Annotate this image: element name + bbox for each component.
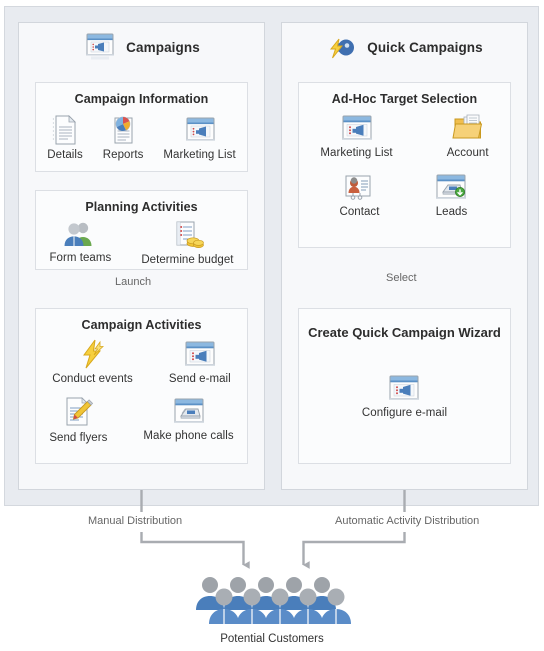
document-icon <box>50 114 80 146</box>
marketing-list-icon <box>339 112 375 144</box>
group-campaign-information: Campaign Information Details Reports Mar… <box>35 82 248 172</box>
connector-label-select: Select <box>386 272 417 284</box>
connector-label-automatic-activity-distribution: Automatic Activity Distribution <box>335 515 480 527</box>
leads-phone-icon <box>433 171 469 203</box>
group-campaign-information-title: Campaign Information <box>74 92 209 106</box>
item-contact[interactable]: Contact <box>340 171 380 218</box>
item-determine-budget-label: Determine budget <box>141 254 234 266</box>
item-marketing-list[interactable]: Marketing List <box>163 114 236 161</box>
item-adhoc-marketing-list-label: Marketing List <box>320 147 393 159</box>
group-campaign-activities-title: Campaign Activities <box>81 318 202 332</box>
item-make-phone-calls[interactable]: Make phone calls <box>143 395 234 444</box>
email-window-icon <box>386 372 422 404</box>
item-conduct-events-label: Conduct events <box>52 373 133 385</box>
item-account-label: Account <box>446 147 489 159</box>
two-people-icon <box>61 219 99 249</box>
item-adhoc-marketing-list[interactable]: Marketing List <box>320 112 393 159</box>
group-campaign-activities: Campaign Activities Conduct events Send … <box>35 308 248 464</box>
panel-campaigns-header: Campaigns <box>19 23 264 71</box>
group-ad-hoc-target-selection-title: Ad-Hoc Target Selection <box>331 92 478 106</box>
panel-campaigns-title: Campaigns <box>126 39 200 55</box>
item-reports-label: Reports <box>102 149 144 161</box>
folder-icon <box>450 112 486 144</box>
item-details-label: Details <box>47 149 83 161</box>
panel-quick-campaigns-header: Quick Campaigns <box>282 23 527 71</box>
item-marketing-list-label: Marketing List <box>163 149 236 161</box>
item-form-teams[interactable]: Form teams <box>49 219 111 266</box>
diagram-canvas: Campaigns Campaign Information Details R… <box>0 0 544 651</box>
item-conduct-events[interactable]: Conduct events <box>52 338 133 385</box>
item-send-flyers-label: Send flyers <box>49 432 108 444</box>
contact-card-icon <box>341 171 377 203</box>
checklist-coins-icon <box>169 219 205 251</box>
email-window-icon <box>182 338 218 370</box>
quick-campaign-bolt-megaphone-icon <box>326 33 358 61</box>
group-create-quick-campaign-wizard: Create Quick Campaign Wizard Configure e… <box>298 308 511 464</box>
item-send-email[interactable]: Send e-mail <box>169 338 231 385</box>
item-determine-budget[interactable]: Determine budget <box>141 219 233 266</box>
item-contact-label: Contact <box>339 206 380 218</box>
item-leads[interactable]: Leads <box>433 171 469 218</box>
item-leads-label: Leads <box>435 206 468 218</box>
lightning-bolt-icon <box>77 338 109 370</box>
item-form-teams-label: Form teams <box>49 252 112 264</box>
campaign-window-icon <box>83 32 117 62</box>
item-send-email-label: Send e-mail <box>168 373 231 385</box>
item-reports[interactable]: Reports <box>103 114 144 161</box>
group-create-quick-campaign-wizard-title: Create Quick Campaign Wizard <box>308 325 501 340</box>
panel-quick-campaigns-title: Quick Campaigns <box>367 39 483 55</box>
item-send-flyers[interactable]: Send flyers <box>49 395 107 444</box>
group-planning-activities: Planning Activities Form teams Determine… <box>35 190 248 270</box>
report-chart-icon <box>108 114 138 146</box>
flyer-pencil-icon <box>61 395 95 429</box>
group-ad-hoc-target-selection: Ad-Hoc Target Selection Marketing List A… <box>298 82 511 248</box>
item-configure-email-label: Configure e-mail <box>361 407 448 419</box>
item-configure-email[interactable]: Configure e-mail <box>362 372 447 419</box>
phone-window-icon <box>171 395 207 427</box>
item-details[interactable]: Details <box>47 114 83 161</box>
connector-label-launch: Launch <box>115 276 152 288</box>
group-planning-activities-title: Planning Activities <box>85 200 198 214</box>
group-of-people-icon <box>190 572 354 628</box>
outcome-label: Potential Customers <box>220 633 324 645</box>
item-make-phone-calls-label: Make phone calls <box>143 430 234 442</box>
marketing-list-icon <box>183 114 217 146</box>
item-account[interactable]: Account <box>447 112 489 159</box>
connector-label-manual-distribution: Manual Distribution <box>88 515 183 527</box>
